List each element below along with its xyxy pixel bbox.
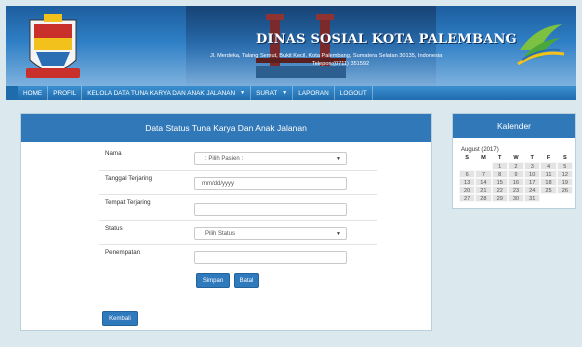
calendar-week-row: 12345: [459, 162, 573, 170]
calendar-day[interactable]: 21: [475, 186, 492, 194]
social-ministry-logo: [517, 24, 565, 66]
nav-laporan-label: LAPORAN: [298, 89, 329, 97]
calendar-day[interactable]: 18: [540, 178, 557, 186]
calendar-day[interactable]: 17: [524, 178, 541, 186]
tanggal-terjaring-label: Tanggal Terjaring: [105, 175, 153, 182]
form-title: Data Status Tuna Karya Dan Anak Jalanan: [21, 114, 431, 142]
status-select[interactable]: Pilih Status ▼: [194, 227, 347, 240]
form-row-status: Status Pilih Status ▼: [99, 220, 377, 244]
calendar-week-row: 6 7 8 9 10 11 12: [459, 170, 573, 178]
nav-kelola-data[interactable]: KELOLA DATA TUNA KARYA DAN ANAK JALANAN ▼: [82, 86, 252, 100]
site-phone: Telepon:(0711) 351592: [312, 61, 370, 67]
nav-laporan[interactable]: LAPORAN: [293, 86, 335, 100]
calendar-day[interactable]: 6: [459, 170, 476, 178]
calendar-weekday: T: [497, 155, 502, 161]
nav-logout-label: LOGOUT: [339, 89, 367, 97]
calendar-day[interactable]: 20: [459, 186, 476, 194]
calendar-day[interactable]: 8: [491, 170, 508, 178]
calendar-weekday-row: SMTWTFS: [459, 154, 573, 162]
tempat-terjaring-input[interactable]: [194, 203, 347, 216]
calendar-day[interactable]: 11: [540, 170, 557, 178]
calendar-weekday: S: [562, 155, 567, 161]
nav-edge: [6, 86, 18, 100]
calendar-day[interactable]: 23: [507, 186, 525, 194]
calendar-month-label: August (2017): [461, 147, 499, 153]
calendar-title: Kalender: [453, 114, 575, 138]
calendar-widget: Kalender August (2017) SMTWTFS1234567891…: [452, 113, 576, 209]
nav-surat-label: SURAT: [256, 89, 278, 97]
nav-profil-label: PROFIL: [53, 89, 77, 97]
status-select-value: Pilih Status: [205, 230, 236, 237]
calendar-day[interactable]: 10: [524, 170, 541, 178]
nav-home-label: HOME: [23, 89, 43, 97]
tanggal-terjaring-placeholder: mm/dd/yyyy: [202, 180, 235, 187]
calendar-day[interactable]: 2: [507, 162, 525, 170]
calendar-week-row: 27 28 29 30 31: [459, 194, 573, 202]
calendar-day[interactable]: 24: [524, 186, 541, 194]
save-button[interactable]: Simpan: [196, 273, 230, 288]
calendar-weekday: F: [546, 155, 551, 161]
site-header: DINAS SOSIAL KOTA PALEMBANG Jl. Merdeka,…: [6, 6, 576, 86]
penempatan-label: Penempatan: [105, 249, 141, 256]
caret-down-icon: ▼: [282, 90, 288, 96]
nama-select[interactable]: : Pilih Pasien : ▼: [194, 152, 347, 165]
calendar-week-row: 20 21 22 23 24 25 26: [459, 186, 573, 194]
nav-home[interactable]: HOME: [18, 86, 49, 100]
calendar-day[interactable]: 22: [491, 186, 508, 194]
calendar-weekday: W: [513, 155, 519, 161]
calendar-grid: S M T W T F S 1 2 3 4 5 6 7 8 9 10 11 12 13 14 15 16 17 18 19 20 21…: [459, 154, 573, 202]
chevron-down-icon: ▼: [336, 231, 341, 237]
calendar-day[interactable]: 28: [475, 194, 492, 202]
tanggal-terjaring-input[interactable]: mm/dd/yyyy: [194, 177, 347, 190]
calendar-day[interactable]: 31: [524, 194, 541, 202]
calendar-day[interactable]: 25: [540, 186, 557, 194]
calendar-day[interactable]: 27: [459, 194, 476, 202]
calendar-day[interactable]: 1: [491, 162, 508, 170]
calendar-day[interactable]: 12: [556, 170, 573, 178]
nav-profil[interactable]: PROFIL: [48, 86, 83, 100]
tempat-terjaring-label: Tempat Terjaring: [105, 199, 151, 206]
calendar-week-row: 13 14 15 16 17 18 19: [459, 178, 573, 186]
calendar-day[interactable]: 14: [475, 178, 492, 186]
nav-logout[interactable]: LOGOUT: [335, 86, 373, 100]
calendar-day: [459, 162, 475, 170]
form-row-nama: Nama : Pilih Pasien : ▼: [99, 146, 377, 170]
calendar-day[interactable]: 15: [491, 178, 508, 186]
main-nav: HOME PROFIL KELOLA DATA TUNA KARYA DAN A…: [18, 86, 576, 100]
calendar-weekday: S: [465, 155, 469, 161]
calendar-day[interactable]: 9: [507, 170, 525, 178]
palembang-city-logo: [26, 14, 80, 78]
calendar-day[interactable]: 26: [556, 186, 573, 194]
caret-down-icon: ▼: [240, 90, 246, 96]
chevron-down-icon: ▼: [336, 156, 341, 162]
calendar-weekday: T: [530, 155, 534, 161]
calendar-day[interactable]: 4: [540, 162, 557, 170]
calendar-day: [557, 194, 573, 202]
nama-label: Nama: [105, 150, 122, 157]
form-row-tempat: Tempat Terjaring: [99, 194, 377, 218]
status-form-card: Data Status Tuna Karya Dan Anak Jalanan …: [20, 113, 432, 331]
status-label: Status: [105, 225, 123, 232]
calendar-day[interactable]: 3: [524, 162, 541, 170]
calendar-day[interactable]: 30: [507, 194, 525, 202]
nama-select-value: : Pilih Pasien :: [205, 155, 244, 162]
calendar-day[interactable]: 29: [491, 194, 508, 202]
site-title: DINAS SOSIAL KOTA PALEMBANG: [256, 32, 517, 47]
calendar-day: [475, 162, 491, 170]
calendar-day[interactable]: 5: [556, 162, 573, 170]
form-row-penempatan: Penempatan: [99, 244, 377, 268]
site-address: Jl. Merdeka, Talang Semut, Bukit Kecil, …: [210, 53, 443, 59]
back-button[interactable]: Kembali: [102, 311, 138, 326]
form-row-tanggal: Tanggal Terjaring mm/dd/yyyy: [99, 170, 377, 194]
calendar-day[interactable]: 7: [475, 170, 492, 178]
nav-surat[interactable]: SURAT ▼: [251, 86, 294, 100]
nav-kelola-data-label: KELOLA DATA TUNA KARYA DAN ANAK JALANAN: [87, 89, 236, 97]
cancel-button[interactable]: Batal: [234, 273, 259, 288]
calendar-weekday: M: [481, 155, 486, 161]
penempatan-input[interactable]: [194, 251, 347, 264]
calendar-day: [540, 194, 556, 202]
calendar-day[interactable]: 16: [507, 178, 525, 186]
calendar-day[interactable]: 19: [556, 178, 573, 186]
calendar-day[interactable]: 13: [459, 178, 476, 186]
